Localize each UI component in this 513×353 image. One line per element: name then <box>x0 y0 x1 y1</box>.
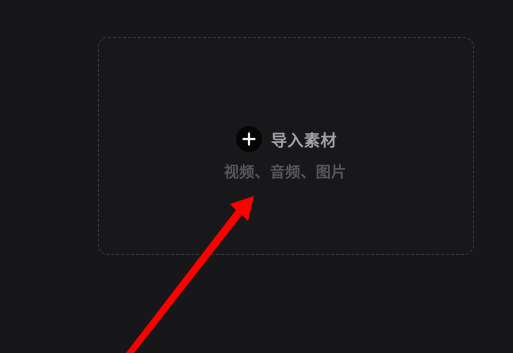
editor-canvas: 导入素材 视频、音频、图片 <box>0 0 513 353</box>
import-media-label: 导入素材 <box>271 131 338 150</box>
supported-formats-hint: 视频、音频、图片 <box>224 163 347 181</box>
import-media-button[interactable]: 导入素材 <box>236 126 337 152</box>
plus-icon[interactable] <box>236 126 262 152</box>
